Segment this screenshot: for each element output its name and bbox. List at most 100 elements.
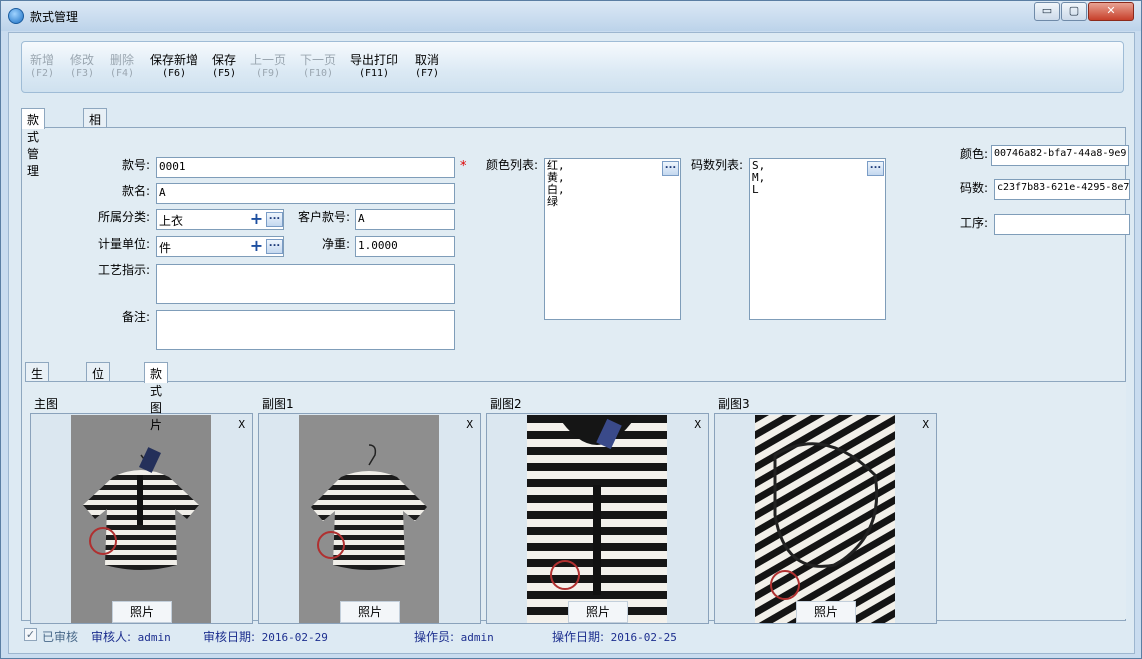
remove-photo-icon[interactable]: X [466,418,473,431]
tab-style-photos[interactable]: 款式图片 [144,362,169,432]
customer-no-input[interactable]: A [355,209,455,230]
photo-image [755,415,895,623]
delete-label: 删除 [110,53,135,67]
remark-textarea[interactable] [156,310,455,350]
export-print-button[interactable]: 导出打印 (F11) [350,54,398,80]
photo-button[interactable]: 照片 [568,601,628,623]
customer-no-label: 客户款号: [297,210,350,224]
prev-page-label: 上一页 [250,53,287,67]
approved-label: 已审核 [42,630,79,644]
next-page-label: 下一页 [300,53,337,67]
process-input[interactable] [994,214,1130,235]
client-area: 新增 (F2) 修改 (F3) 删除 (F4) 保存新增 (F6) 保存 (F5) 上一页… [8,32,1135,654]
photo-card-sub1: 副图1 X 照片 [258,395,482,624]
window-title: 款式管理 [30,10,79,24]
photo-button[interactable]: 照片 [340,601,400,623]
save-new-label: 保存新增 [150,53,199,67]
tab-position-size[interactable]: 位置尺码 [86,362,111,432]
save-key: (F5) [212,68,237,79]
save-button[interactable]: 保存 (F5) [212,54,236,80]
unit-add-icon[interactable]: + [249,238,264,254]
photo-title: 副图3 [718,397,750,411]
photo-frame: X 照片 [714,413,937,624]
maximize-icon: ▢ [1068,4,1080,17]
approved-checkbox[interactable]: ✓ [24,628,37,641]
edit-button[interactable]: 修改 (F3) [70,54,94,80]
save-label: 保存 [212,53,237,67]
size-item: M, [752,171,766,184]
operator-text: 操作员: admin [414,628,494,645]
style-no-input[interactable]: 0001 [156,157,455,178]
style-no-label: 款号: [121,158,150,172]
operator-label: 操作员: [414,630,455,644]
color-item: 黄, [547,171,565,184]
color-list-box[interactable]: 红, 黄, 白, 绿 [544,158,681,320]
op-date-text: 操作日期: 2016-02-25 [552,628,677,645]
new-label: 新增 [30,53,55,67]
category-add-icon[interactable]: + [249,211,264,227]
color-item: 白, [547,183,565,196]
close-button[interactable]: ✕ [1088,2,1134,21]
tab-attachments[interactable]: 相关附件 [83,108,108,178]
size-list-browse-icon[interactable]: ... [867,161,884,176]
remark-label: 备注: [121,310,150,324]
edit-key: (F3) [70,68,95,79]
prev-page-key: (F9) [255,68,281,79]
remove-photo-icon[interactable]: X [922,418,929,431]
color-list-label: 颜色列表: [485,158,538,172]
cancel-button[interactable]: 取消 (F7) [415,54,439,80]
category-input[interactable]: 上衣 [156,209,284,230]
tab-style-management[interactable]: 款式管理 [21,108,46,178]
save-new-button[interactable]: 保存新增 (F6) [150,54,198,80]
delete-button[interactable]: 删除 (F4) [110,54,134,80]
style-name-input[interactable]: A [156,183,455,204]
remove-photo-icon[interactable]: X [238,418,245,431]
auditor-value: admin [137,631,171,644]
color-id-input[interactable]: 00746a82-bfa7-44a8-9e9 [991,145,1129,166]
export-print-key: (F11) [358,68,390,79]
operator-value: admin [460,631,494,644]
status-bar: ✓ 已审核 审核人: admin 审核日期: 2016-02-29 操作员: a… [9,628,1134,650]
photo-button[interactable]: 照片 [112,601,172,623]
op-date-value: 2016-02-25 [610,631,677,644]
photo-title: 副图1 [262,397,294,411]
size-id-input[interactable]: c23f7b83-621e-4295-8e7 [994,179,1130,200]
photo-card-sub3: 副图3 X 照片 [714,395,938,624]
minimize-button[interactable]: ▭ [1034,2,1060,21]
audit-date-value: 2016-02-29 [261,631,328,644]
toolbar: 新增 (F2) 修改 (F3) 删除 (F4) 保存新增 (F6) 保存 (F5) 上一页… [21,41,1124,93]
delete-key: (F4) [110,68,135,79]
prev-page-button[interactable]: 上一页 (F9) [250,54,286,80]
close-icon: ✕ [1106,4,1116,17]
photo-frame: X 照片 [258,413,481,624]
size-list-label: 码数列表: [690,158,743,172]
cancel-label: 取消 [415,53,440,67]
photo-title: 主图 [34,397,59,411]
net-weight-input[interactable]: 1.0000 [355,236,455,257]
photo-button[interactable]: 照片 [796,601,856,623]
next-page-button[interactable]: 下一页 (F10) [300,54,336,80]
save-new-key: (F6) [161,68,187,79]
op-date-label: 操作日期: [552,630,605,644]
size-list-box[interactable]: S, M, L [749,158,886,320]
remove-photo-icon[interactable]: X [694,418,701,431]
tab-production-craft[interactable]: 生产工艺 [25,362,50,432]
title-bar[interactable]: 款式管理 ▭ ▢ ✕ [1,1,1141,31]
process-label: 工序: [959,216,988,230]
maximize-button[interactable]: ▢ [1061,2,1087,21]
photo-image [527,415,667,623]
new-button[interactable]: 新增 (F2) [30,54,54,80]
photo-image [299,415,439,623]
export-print-label: 导出打印 [350,53,399,67]
auditor-text: 审核人: admin [91,628,171,645]
cancel-key: (F7) [415,68,440,79]
main-window: 款式管理 ▭ ▢ ✕ 新增 (F2) 修改 (F3) 删除 (F4) 保存新增 (F6)… [0,0,1142,659]
next-page-key: (F10) [302,68,334,79]
photo-card-main: 主图 X 照片 [30,395,254,624]
unit-input[interactable]: 件 [156,236,284,257]
craft-label: 工艺指示: [97,263,150,277]
color-item: 绿 [547,195,558,208]
craft-textarea[interactable] [156,264,455,304]
edit-label: 修改 [70,53,95,67]
photo-frame: X 照片 [30,413,253,624]
